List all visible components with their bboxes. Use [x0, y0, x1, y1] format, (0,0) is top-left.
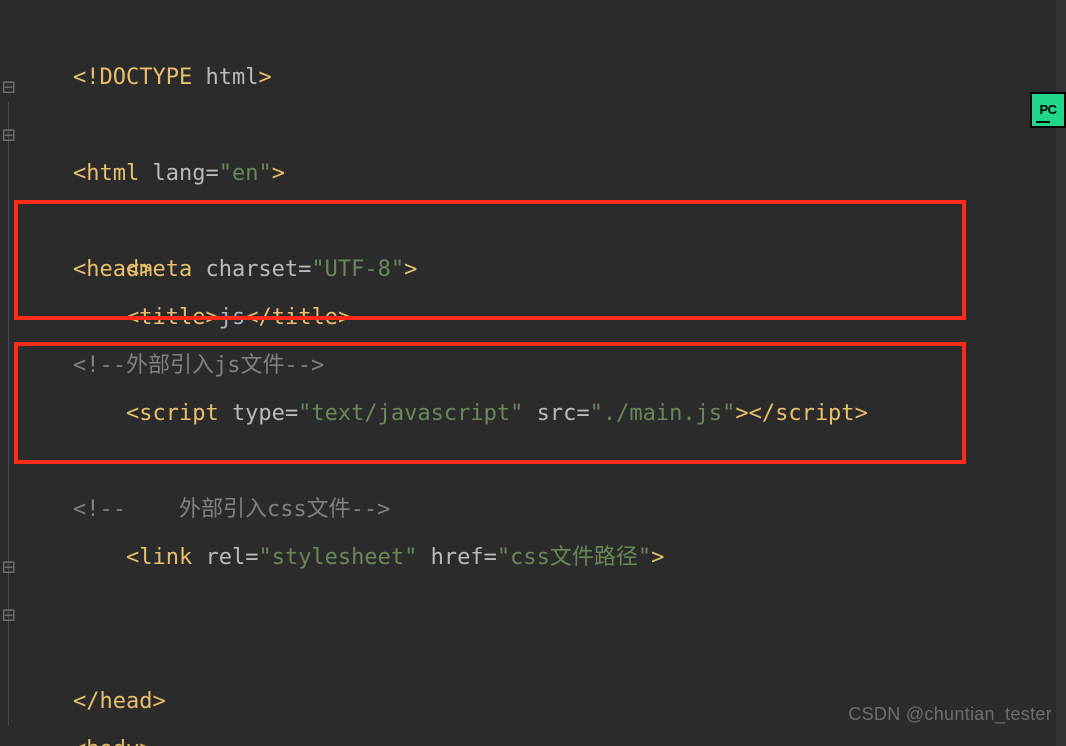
- code-line[interactable]: <script type="text/javascript" src="./ma…: [0, 294, 1066, 342]
- code-line[interactable]: ⊟ <head>: [0, 102, 1066, 150]
- indent-guide: [8, 342, 9, 390]
- code-line[interactable]: [0, 342, 1066, 390]
- code-line[interactable]: ⊟ </head>: [0, 534, 1066, 582]
- indent-guide: [8, 246, 9, 294]
- watermark-text: CSDN @chuntian_tester: [848, 690, 1052, 738]
- badge-underline: [1036, 121, 1050, 123]
- indent-guide: [8, 438, 9, 486]
- indent-guide: [8, 486, 9, 534]
- code-line[interactable]: [0, 486, 1066, 534]
- code-line[interactable]: ⊟ <html lang="en">: [0, 54, 1066, 102]
- code-token: body: [86, 737, 139, 746]
- code-editor[interactable]: <!DOCTYPE html> ⊟ <html lang="en"> ⊟ <he…: [0, 0, 1066, 746]
- indent-guide: [8, 390, 9, 438]
- code-line[interactable]: <!DOCTYPE html>: [0, 6, 1066, 54]
- badge-label: PC: [1039, 86, 1056, 134]
- code-token: >: [139, 737, 152, 746]
- indent-guide: [8, 294, 9, 342]
- code-line[interactable]: <!--外部引入js文件-->: [0, 246, 1066, 294]
- indent-guide: [8, 630, 9, 678]
- code-line[interactable]: ⊟ <body>: [0, 582, 1066, 630]
- code-line[interactable]: <title>js</title>: [0, 198, 1066, 246]
- code-line[interactable]: <!-- 外部引入css文件-->: [0, 390, 1066, 438]
- indent-guide: [8, 678, 9, 726]
- indent-guide: [8, 150, 9, 198]
- code-line[interactable]: [0, 630, 1066, 678]
- code-token: <: [73, 737, 86, 746]
- code-line[interactable]: <link rel="stylesheet" href="css文件路径">: [0, 438, 1066, 486]
- code-line[interactable]: <meta charset="UTF-8">: [0, 150, 1066, 198]
- pycharm-badge-icon[interactable]: PC: [1030, 92, 1066, 128]
- indent-guide: [8, 198, 9, 246]
